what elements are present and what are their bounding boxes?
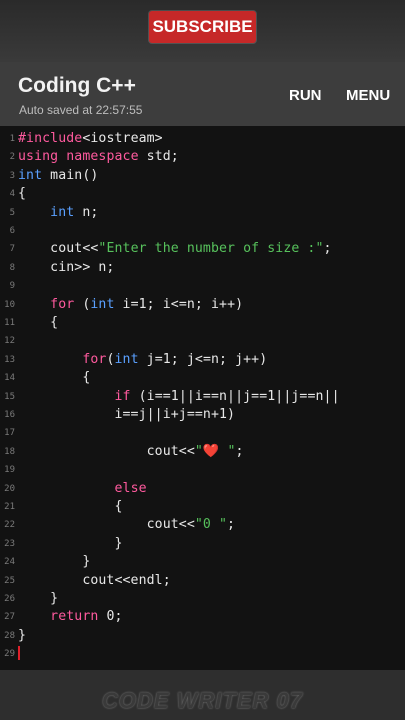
line-number: 18 [4,446,15,457]
code-line[interactable]: #include<iostream> [18,131,163,146]
autosave-status: Auto saved at 22:57:55 [19,103,143,117]
code-line[interactable]: cout<<endl; [18,573,171,588]
line-number: 11 [4,318,15,328]
code-line[interactable]: } [18,554,90,569]
line-number: 27 [4,612,15,623]
line-number: 1 [9,134,15,144]
line-number: 6 [9,226,15,236]
line-number: 21 [4,502,15,512]
channel-watermark: CODE WRITER 07 [101,688,304,713]
line-number: 15 [4,391,15,402]
subscribe-button[interactable]: SUBSCRIBE [149,11,256,43]
line-number: 3 [9,170,15,181]
code-line[interactable]: cin>> n; [18,260,114,275]
line-number: 17 [4,428,15,439]
line-number: 9 [9,281,15,292]
code-line[interactable]: { [18,315,58,330]
line-number: 29 [4,649,15,660]
code-line[interactable]: { [18,370,90,385]
code-line[interactable]: using namespace std; [18,149,179,164]
line-number: 14 [4,373,15,384]
line-number: 19 [4,465,15,476]
code-line[interactable]: { [18,499,123,514]
line-number: 22 [4,520,15,531]
code-line[interactable]: int n; [18,205,98,220]
line-number: 4 [9,189,15,200]
code-line[interactable]: cout<<"❤️ "; [18,444,244,459]
code-line[interactable]: cout<<"0 "; [18,517,235,532]
code-line[interactable]: } [18,591,58,606]
code-line[interactable]: for(int j=1; j<=n; j++) [18,352,267,367]
line-number: 2 [9,152,15,163]
code-line[interactable]: i==j||i+j==n+1) [18,407,235,422]
code-line[interactable]: int main() [18,168,98,183]
run-button[interactable]: RUN [289,87,322,104]
line-number: 7 [9,244,15,255]
line-number: 26 [4,594,15,604]
line-number: 28 [4,630,15,641]
app-title: Coding C++ [18,74,136,97]
code-line[interactable]: return 0; [18,609,123,624]
line-number: 13 [4,354,15,365]
line-number: 23 [4,538,15,549]
code-line[interactable]: } [18,536,123,551]
line-number: 25 [4,575,15,586]
code-line[interactable]: else [18,481,147,496]
code-line[interactable]: cout<<"Enter the number of size :"; [18,241,332,256]
code-line[interactable]: } [18,628,26,643]
line-number: 5 [9,207,15,218]
line-number: 20 [4,483,15,494]
code-line[interactable]: for (int i=1; i<=n; i++) [18,297,243,312]
menu-button[interactable]: MENU [346,87,390,104]
line-number: 12 [4,336,15,347]
line-number: 10 [4,299,15,310]
code-line[interactable]: { [18,186,26,201]
code-line[interactable]: if (i==1||i==n||j==1||j==n|| [18,389,340,404]
text-cursor [18,646,20,660]
line-number: 8 [9,262,15,273]
line-number: 16 [4,410,15,420]
line-number: 24 [4,557,15,568]
